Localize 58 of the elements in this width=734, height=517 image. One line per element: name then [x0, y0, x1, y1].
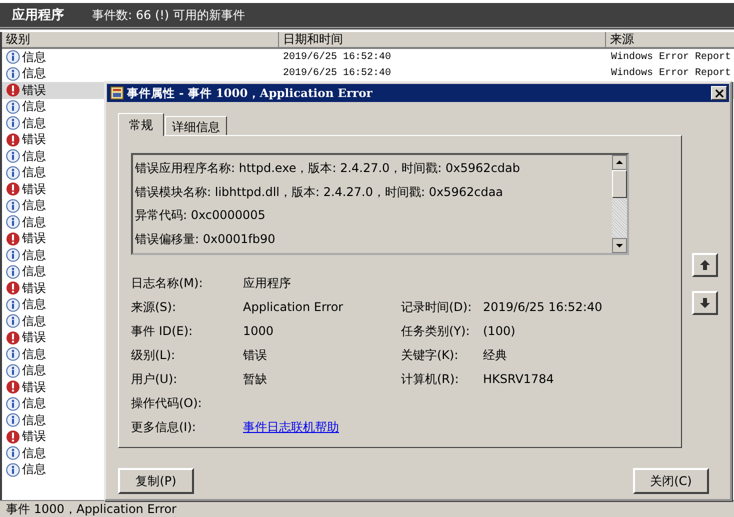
field-value: (100) — [483, 324, 516, 338]
field-label: 事件 ID(E): — [131, 323, 194, 339]
description-line: 错误应用程序名称: httpd.exe，版本: 2.4.27.0，时间戳: 0x5962cdab — [135, 160, 522, 177]
level-text: 错误 — [22, 280, 46, 297]
event-count: 事件数: 66 (!) 可用的新事件 — [92, 6, 245, 24]
field-label: 级别(L): — [131, 347, 176, 363]
level-text: 错误 — [22, 131, 46, 148]
level-text: 错误 — [22, 428, 46, 446]
date-cell-text: 2019/6/25 16:52:40 — [283, 52, 392, 63]
source-cell: Windows Error Report — [611, 68, 732, 80]
level-text: 信息 — [22, 197, 46, 214]
level-text: 信息 — [22, 214, 46, 231]
field-label: 更多信息(I): — [131, 419, 197, 435]
log-title: 应用程序 — [12, 6, 64, 24]
level-text: 信息 — [22, 48, 46, 66]
field-value: 1000 — [243, 324, 274, 338]
field-label: 日志名称(M): — [131, 275, 204, 291]
level-text: 信息 — [22, 412, 46, 429]
status-text: 事件 1000，Application Error — [6, 502, 176, 516]
level-text: 信息 — [22, 362, 46, 380]
level-text: 信息 — [22, 65, 46, 82]
field-value: 应用程序 — [243, 276, 291, 290]
level-text: 信息 — [22, 164, 46, 182]
field-value: HKSRV1784 — [483, 372, 554, 386]
level-text: 信息 — [22, 148, 46, 165]
level-text: 信息 — [22, 312, 46, 330]
field-value: 2019/6/25 16:52:40 — [483, 300, 602, 314]
field-label: 任务类别(Y): — [401, 324, 470, 338]
field-value: 暂缺 — [243, 372, 267, 386]
description-line: 错误模块名称: libhttpd.dll，版本: 2.4.27.0，时间戳: 0x5962cdaa — [135, 184, 504, 200]
level-text: 信息 — [22, 395, 46, 412]
level-text: 信息 — [22, 114, 46, 132]
field-label: 用户(U): — [131, 371, 178, 387]
source-cell: Windows Error Report — [611, 52, 732, 63]
level-text: 错误 — [22, 378, 46, 396]
level-text: 信息 — [22, 296, 46, 314]
date-cell-text: 2019/6/25 16:52:40 — [283, 68, 392, 80]
field-label: 记录时间(D): — [401, 300, 472, 314]
level-text: 信息 — [22, 246, 46, 264]
level-text: 信息 — [22, 444, 46, 462]
field-label: 操作代码(O): — [131, 395, 203, 411]
level-text: 信息 — [22, 263, 46, 280]
level-text: 错误 — [22, 329, 46, 346]
field-label: 关键字(K): — [401, 348, 458, 362]
level-text: 错误 — [22, 230, 46, 248]
field-label: 来源(S): — [131, 299, 178, 315]
dialog-title: 事件属性 - 事件 1000，Application Error — [127, 86, 374, 100]
level-text: 错误 — [22, 82, 46, 99]
description-line: 错误偏移量: 0x0001fb90 — [135, 230, 276, 248]
field-value: 错误 — [243, 348, 267, 362]
level-text: 信息 — [22, 98, 46, 116]
field-value: Application Error — [243, 300, 344, 314]
level-text: 信息 — [22, 346, 46, 363]
level-text: 信息 — [22, 461, 46, 478]
level-text: 错误 — [22, 180, 46, 198]
field-label: 计算机(R): — [401, 372, 459, 386]
description-line: 异常代码: 0xc0000005 — [135, 207, 266, 224]
field-value: 经典 — [483, 348, 507, 362]
